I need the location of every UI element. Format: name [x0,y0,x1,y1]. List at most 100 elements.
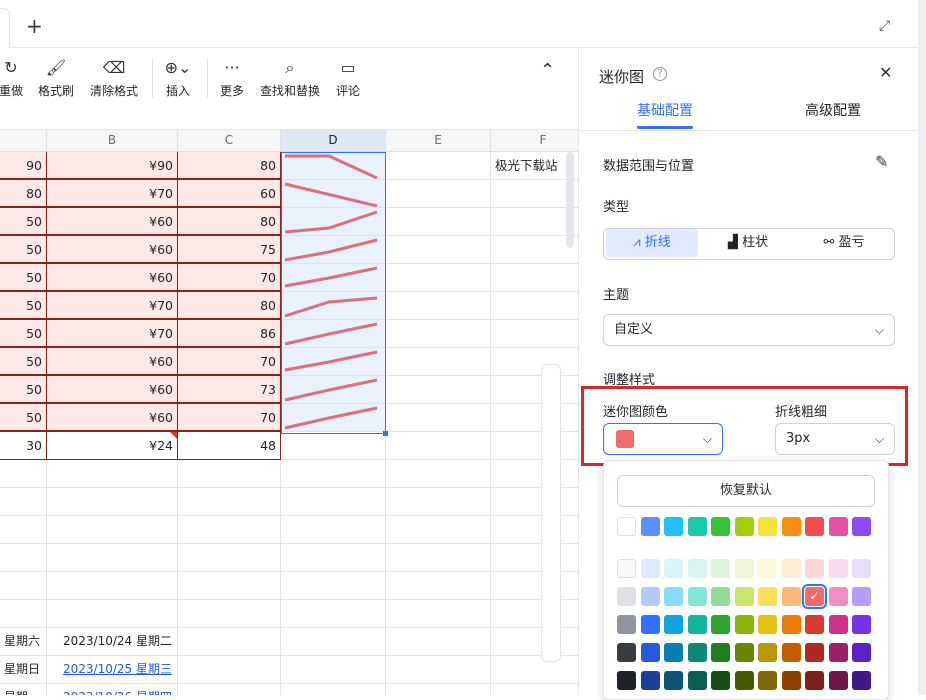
color-swatch[interactable] [805,615,824,634]
color-swatch[interactable] [805,517,824,536]
cell-e[interactable] [386,292,491,320]
empty-cell[interactable] [47,544,178,572]
cell-d[interactable] [281,432,386,460]
color-swatch[interactable] [758,559,777,578]
cell-a[interactable]: 50 [0,292,47,320]
cell-a[interactable]: 80 [0,180,47,208]
format-painter-button[interactable]: 🖌 格式刷 [36,58,76,99]
color-swatch[interactable] [687,517,707,536]
cell-b[interactable]: ¥70 [47,292,178,320]
color-swatch[interactable] [828,643,848,662]
cell-c[interactable]: 75 [178,236,281,264]
empty-cell[interactable] [491,488,578,516]
color-swatch[interactable] [711,587,730,606]
empty-cell[interactable]: 2023/10/25 星期三 [47,656,178,684]
color-swatch[interactable] [852,671,871,690]
color-swatch[interactable] [852,587,871,606]
color-swatch[interactable] [617,517,636,536]
empty-cell[interactable] [47,572,178,600]
clear-format-button[interactable]: ⌫ 清除格式 [88,58,140,99]
color-swatch[interactable] [781,559,801,578]
expand-icon[interactable]: ⤢ [879,18,890,34]
empty-cell[interactable] [491,628,578,656]
column-header-a[interactable] [0,130,47,152]
empty-cell[interactable] [178,460,281,488]
empty-cell[interactable] [491,516,578,544]
color-swatch[interactable] [640,587,660,606]
empty-cell[interactable] [0,572,47,600]
cell-f[interactable] [491,236,578,264]
color-swatch[interactable] [640,517,660,536]
empty-cell[interactable] [386,516,491,544]
cell-f[interactable] [491,376,578,404]
color-swatch[interactable] [734,587,754,606]
column-header-b[interactable]: B [47,130,178,152]
cell-c[interactable]: 70 [178,264,281,292]
empty-cell[interactable]: 星期六 [0,628,47,656]
cell-d[interactable] [281,152,386,180]
color-swatch[interactable] [664,615,683,634]
color-swatch[interactable] [852,615,871,634]
color-swatch[interactable] [711,615,730,634]
cell-b[interactable]: ¥90 [47,152,178,180]
empty-cell[interactable] [281,628,386,656]
empty-cell[interactable] [491,544,578,572]
color-swatch[interactable] [664,643,683,662]
cell-a[interactable]: 90 [0,152,47,180]
cell-d[interactable] [281,348,386,376]
color-swatch[interactable] [617,671,636,690]
cell-e[interactable] [386,320,491,348]
empty-cell[interactable] [281,544,386,572]
cell-b[interactable]: ¥70 [47,320,178,348]
color-swatch[interactable] [734,643,754,662]
color-swatch[interactable] [664,671,683,690]
color-swatch[interactable] [640,559,660,578]
empty-cell[interactable] [178,516,281,544]
empty-cell[interactable] [178,684,281,695]
empty-cell[interactable] [281,572,386,600]
find-replace-button[interactable]: ⌕ 查找和替换 [257,58,323,99]
cell-f[interactable] [491,432,578,460]
cell-e[interactable] [386,376,491,404]
empty-cell[interactable] [178,572,281,600]
cell-a[interactable]: 50 [0,264,47,292]
column-header-f[interactable]: F [491,130,578,152]
cell-a[interactable]: 50 [0,208,47,236]
cell-a[interactable]: 50 [0,320,47,348]
empty-cell[interactable]: 星期日 [0,656,47,684]
color-swatch[interactable] [781,643,801,662]
empty-cell[interactable] [386,684,491,695]
insert-button[interactable]: ⊕⌄ 插入 [160,58,196,99]
color-swatch[interactable] [687,559,707,578]
color-swatch[interactable] [852,643,871,662]
line-width-select[interactable]: 3px ⌵ [775,423,895,455]
cell-b[interactable]: ¥60 [47,208,178,236]
color-swatch[interactable] [828,615,848,634]
color-swatch[interactable] [758,615,777,634]
color-swatch[interactable] [734,615,754,634]
cell-c[interactable]: 86 [178,320,281,348]
color-swatch[interactable] [805,671,824,690]
cell-e[interactable] [386,152,491,180]
column-header-c[interactable]: C [178,130,281,152]
empty-cell[interactable]: 星期一 [0,684,47,695]
empty-cell[interactable] [281,600,386,628]
cell-f[interactable]: 极光下载站 [491,152,578,180]
cell-d[interactable] [281,236,386,264]
cell-a[interactable]: 50 [0,376,47,404]
cell-b[interactable]: ¥60 [47,264,178,292]
cell-b[interactable]: ¥60 [47,404,178,432]
comment-marker[interactable] [170,432,177,439]
column-header-e[interactable]: E [386,130,491,152]
color-swatch[interactable] [852,517,871,536]
tab-basic-config[interactable]: 基础配置 [637,100,693,120]
date-text[interactable]: 2023/10/26 星期四 [51,690,172,695]
empty-cell[interactable] [178,628,281,656]
cell-f[interactable] [491,348,578,376]
empty-cell[interactable] [0,600,47,628]
cell-b[interactable]: ¥24 [47,432,178,460]
cell-d[interactable] [281,320,386,348]
color-swatch[interactable] [617,587,636,606]
empty-cell[interactable] [0,544,47,572]
empty-cell[interactable] [0,516,47,544]
